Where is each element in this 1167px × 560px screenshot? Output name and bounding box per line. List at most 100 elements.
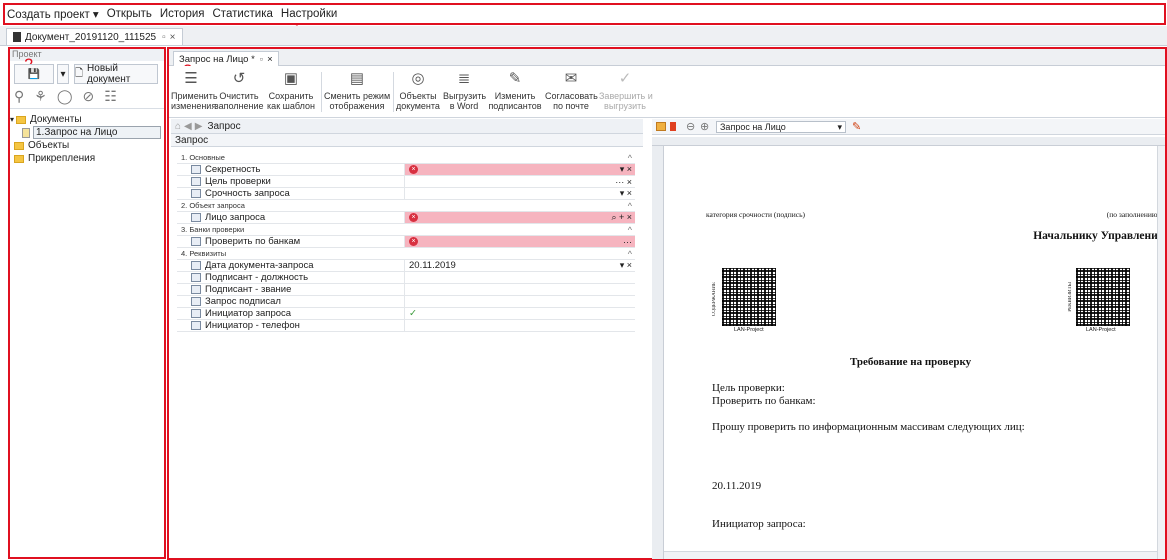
page-icon[interactable] — [670, 122, 676, 131]
property-group-header[interactable]: 2. Объект запроса ^ — [177, 200, 635, 212]
field-icon — [191, 213, 201, 222]
main-tab-strip: Запрос на Лицо * ▫ × — [169, 49, 1165, 66]
property-value-field[interactable] — [405, 272, 635, 283]
search-icon[interactable]: ⚲ — [14, 88, 24, 105]
chevron-up-icon[interactable]: ^ — [628, 152, 632, 163]
clear-fill-button[interactable]: ↺ Очистить заполнение — [214, 68, 264, 111]
property-value-field[interactable]: × ⌕ + × — [405, 212, 635, 223]
tree-item-request[interactable]: 1.Запрос на Лицо — [10, 126, 164, 139]
property-value: 20.11.2019 — [409, 260, 456, 271]
zoom-in-icon[interactable]: ⊕ — [700, 120, 709, 133]
signers-icon: ✎ — [508, 70, 522, 87]
display-mode-button[interactable]: ▤ Сменить режим отображения — [324, 68, 390, 111]
property-value-field[interactable]: 20.11.2019 ▾ × — [405, 260, 635, 271]
property-value-field[interactable]: ··· × — [405, 176, 635, 187]
form-pane: ⌂ ◀ ▶ Запрос Запрос 1. Основные ^ Секретно… — [171, 119, 643, 559]
property-actions[interactable]: ▾ × — [620, 164, 632, 175]
check-banks-line: Проверить по банкам: — [712, 395, 816, 407]
request-text-line: Прошу проверить по информационным массив… — [712, 421, 1025, 433]
property-row: Подписант - должность — [177, 272, 635, 284]
fit-page-icon[interactable] — [656, 122, 666, 131]
menu-statistics[interactable]: Статистика — [213, 8, 273, 20]
document-icon — [13, 32, 21, 42]
menu-open[interactable]: Открыть — [107, 8, 152, 20]
property-value-field[interactable] — [405, 284, 635, 295]
preview-toolbar: ⊖ ⊕ Запрос на Лицо ▾ ✎ — [652, 119, 1165, 135]
property-row: Подписант - звание — [177, 284, 635, 296]
link-icon[interactable]: ◯ — [57, 88, 73, 105]
apply-icon: ☰ — [184, 70, 198, 87]
chevron-up-icon[interactable]: ^ — [628, 248, 632, 259]
tree-item-objects[interactable]: Объекты — [10, 139, 164, 152]
apply-changes-button[interactable]: ☰ Применить изменения — [171, 68, 218, 111]
finish-export-button[interactable]: ✓ Завершить и выгрузить — [599, 68, 653, 111]
addressee: Начальнику Управления — [1033, 230, 1164, 242]
menu-create-project[interactable]: Создать проект ▾ — [7, 7, 99, 21]
home-icon[interactable]: ⌂ — [175, 121, 181, 132]
property-value-field[interactable] — [405, 320, 635, 331]
list-icon[interactable]: ☷ — [104, 88, 117, 105]
form-header: Запрос — [171, 134, 643, 147]
property-value-field[interactable]: ✓ — [405, 308, 635, 319]
reset-icon: ↺ — [232, 70, 246, 87]
menu-history[interactable]: История — [160, 8, 205, 20]
export-word-button[interactable]: ≣ Выгрузить в Word — [443, 68, 486, 111]
property-row: Запрос подписал — [177, 296, 635, 308]
property-value-field[interactable]: × ··· — [405, 236, 635, 247]
property-actions[interactable]: ▾ × — [620, 260, 632, 271]
ribbon-separator — [393, 72, 394, 112]
save-split-button[interactable]: 💾 — [14, 64, 54, 84]
property-row: Секретность × ▾ × — [177, 164, 635, 176]
property-value-field[interactable]: × ▾ × — [405, 164, 635, 175]
close-icon[interactable]: × — [267, 54, 273, 65]
field-icon — [191, 297, 201, 306]
project-panel: Проект 2 💾 ▾ 🗋 Новый документ ⚲ ⚘ ◯ ⊘ ☷ … — [8, 47, 166, 559]
change-signers-button[interactable]: ✎ Изменить подписантов — [488, 68, 542, 111]
property-label-cell: Запрос подписал — [177, 296, 405, 307]
property-value-field[interactable]: ▾ × — [405, 188, 635, 199]
filter-icon[interactable]: ⚘ — [34, 88, 47, 105]
save-dropdown-button[interactable]: ▾ — [57, 64, 69, 84]
property-row: Лицо запроса × ⌕ + × — [177, 212, 635, 224]
attach-icon[interactable]: ⊘ — [83, 88, 95, 105]
save-icon: 💾 — [27, 68, 41, 80]
property-actions[interactable]: ▾ × — [620, 188, 632, 199]
pin-icon[interactable]: ▫ — [162, 32, 166, 43]
close-icon[interactable]: × — [170, 32, 176, 43]
property-group-header[interactable]: 4. Реквизиты ^ — [177, 248, 635, 260]
document-objects-button[interactable]: ◎ Объекты документа — [395, 68, 441, 111]
urgency-category-label: категория срочности (подпись) — [706, 210, 805, 219]
field-icon — [191, 177, 201, 186]
template-select[interactable]: Запрос на Лицо ▾ — [716, 121, 846, 133]
forward-icon[interactable]: ▶ — [195, 121, 203, 132]
property-actions[interactable]: ⌕ + × — [611, 212, 632, 223]
new-document-button[interactable]: 🗋 Новый документ — [74, 63, 158, 85]
property-value-field[interactable] — [405, 296, 635, 307]
property-actions[interactable]: ··· × — [615, 176, 632, 187]
menu-settings[interactable]: Настройки — [281, 8, 337, 20]
edit-icon[interactable]: ✎ — [852, 120, 861, 133]
preview-horizontal-scrollbar[interactable] — [664, 551, 1157, 559]
group-title: 1. Основные — [181, 153, 225, 162]
pin-icon[interactable]: ▫ — [260, 54, 263, 65]
property-label: Инициатор - телефон — [205, 320, 300, 331]
approve-mail-button[interactable]: ✉ Согласовать по почте — [545, 68, 598, 111]
chevron-up-icon[interactable]: ^ — [628, 224, 632, 235]
property-group-header[interactable]: 3. Банки проверки ^ — [177, 224, 635, 236]
property-label-cell: Подписант - звание — [177, 284, 405, 295]
chevron-up-icon[interactable]: ^ — [628, 200, 632, 211]
new-document-icon: 🗋 — [75, 67, 84, 79]
property-actions[interactable]: ··· — [623, 236, 632, 247]
qr-code-left — [722, 268, 776, 326]
document-tab[interactable]: Документ_20191120_111525 ▫ × — [6, 28, 183, 45]
property-row: Проверить по банкам × ··· — [177, 236, 635, 248]
preview-vertical-scrollbar[interactable] — [1157, 146, 1165, 559]
property-row: Цель проверки ··· × — [177, 176, 635, 188]
property-group-header[interactable]: 1. Основные ^ — [177, 152, 635, 164]
zoom-out-icon[interactable]: ⊖ — [686, 120, 695, 133]
tree-item-attachments[interactable]: Прикрепления — [10, 152, 164, 165]
back-icon[interactable]: ◀ — [184, 121, 192, 132]
document-tab-label: Документ_20191120_111525 — [25, 31, 157, 43]
tree-item-documents[interactable]: ▾ Документы — [10, 113, 164, 126]
save-template-button[interactable]: ▣ Сохранить как шаблон — [265, 68, 317, 111]
